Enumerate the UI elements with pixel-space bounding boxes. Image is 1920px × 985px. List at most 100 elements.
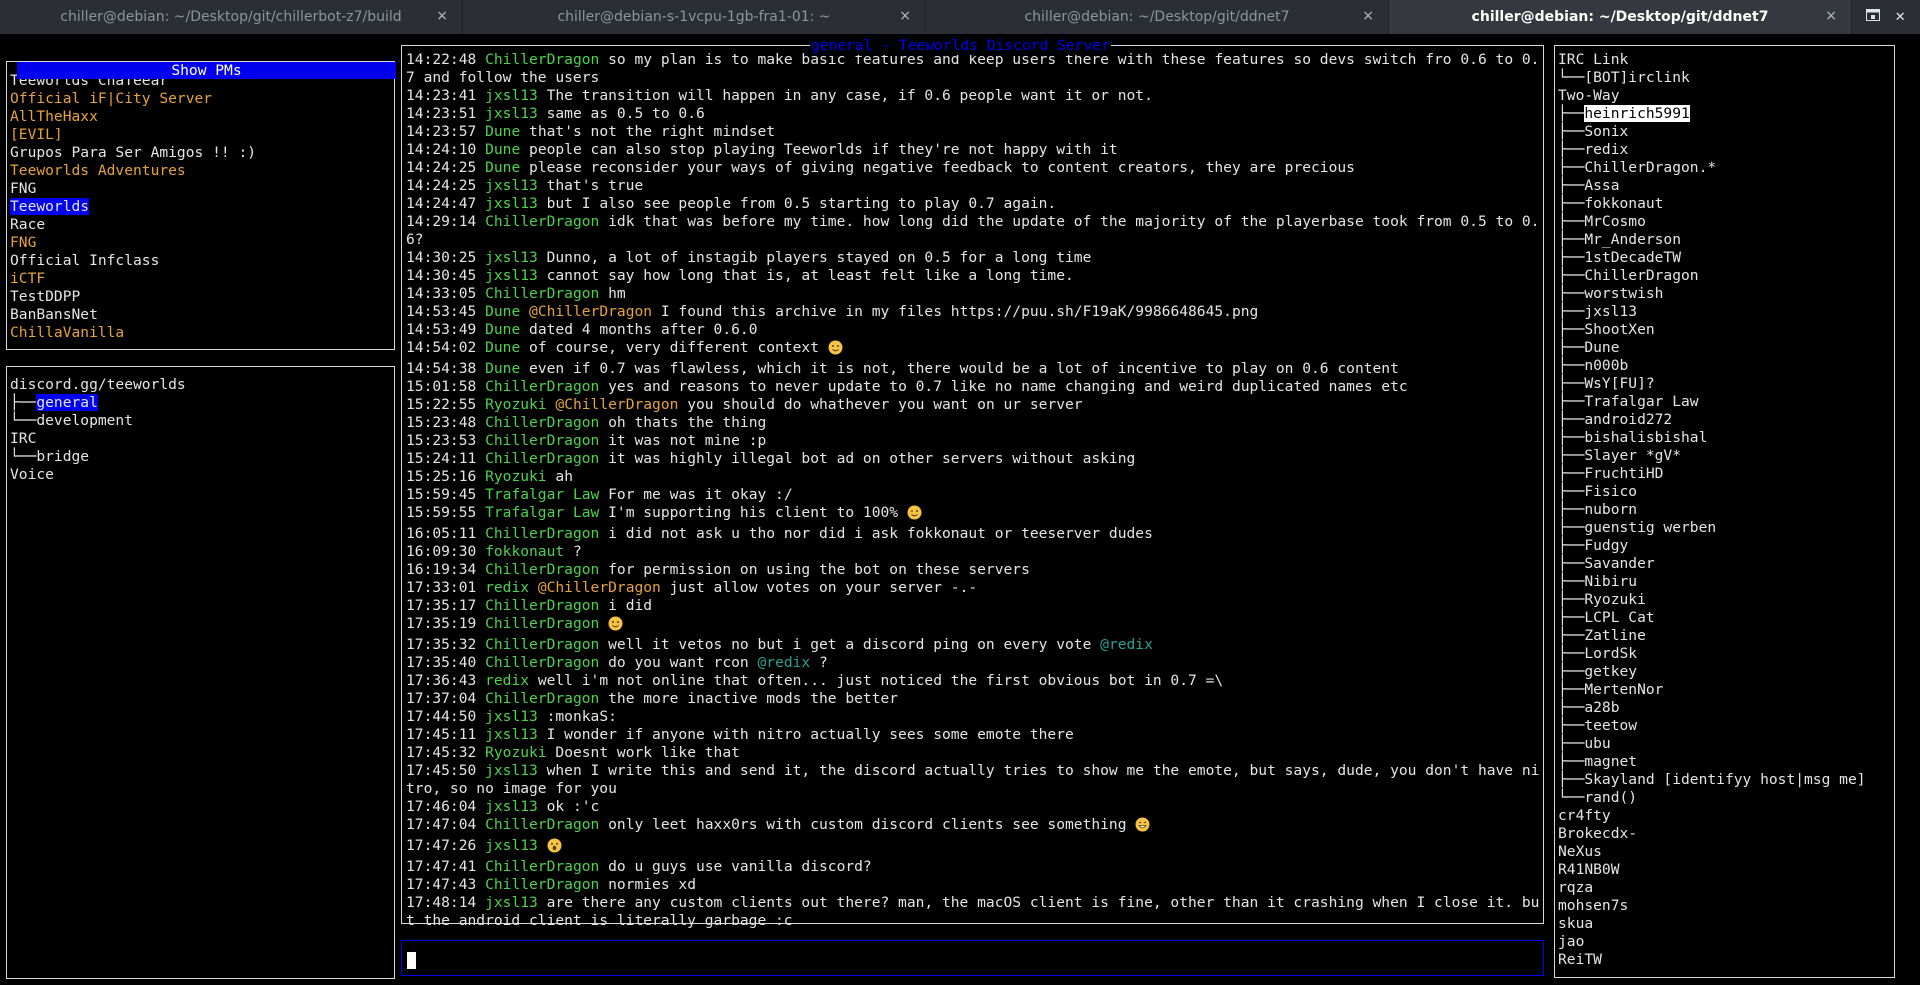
user-group-or-item[interactable]: skua bbox=[1558, 915, 1894, 933]
user-item[interactable]: ├──magnet bbox=[1558, 753, 1894, 771]
message-author[interactable]: jxsl13 bbox=[485, 105, 538, 122]
server-item[interactable]: FNG bbox=[10, 234, 394, 252]
user-item[interactable]: ├──Mr_Anderson bbox=[1558, 231, 1894, 249]
user-group-or-item[interactable]: ReiTW bbox=[1558, 951, 1894, 969]
user-group-or-item[interactable]: mohsen7s bbox=[1558, 897, 1894, 915]
message-author[interactable]: ChillerDragon bbox=[485, 525, 599, 542]
server-item[interactable]: Grupos Para Ser Amigos !! :) bbox=[10, 144, 394, 162]
user-item[interactable]: ├──n000b bbox=[1558, 357, 1894, 375]
message-author[interactable]: ChillerDragon bbox=[485, 654, 599, 671]
user-item[interactable]: ├──Nibiru bbox=[1558, 573, 1894, 591]
user-group-or-item[interactable]: Two-Way bbox=[1558, 87, 1894, 105]
user-item[interactable]: ├──bishalisbishal bbox=[1558, 429, 1894, 447]
channel-item[interactable]: ├──general bbox=[10, 394, 394, 412]
server-item[interactable]: ChillaVanilla bbox=[10, 324, 394, 342]
close-icon[interactable]: × bbox=[1825, 8, 1837, 24]
channel-item[interactable]: └──bridge bbox=[10, 448, 394, 466]
user-group-or-item[interactable]: rqza bbox=[1558, 879, 1894, 897]
user-item[interactable]: ├──FruchtiHD bbox=[1558, 465, 1894, 483]
server-item[interactable]: Teeworlds Adventures bbox=[10, 162, 394, 180]
server-item[interactable]: iCTF bbox=[10, 270, 394, 288]
user-group-or-item[interactable]: jao bbox=[1558, 933, 1894, 951]
channel-group[interactable]: IRC bbox=[10, 430, 394, 448]
message-author[interactable]: ChillerDragon bbox=[485, 636, 599, 653]
user-item[interactable]: ├──heinrich5991 bbox=[1558, 105, 1894, 123]
user-item[interactable]: ├──1stDecadeTW bbox=[1558, 249, 1894, 267]
user-item[interactable]: ├──ShootXen bbox=[1558, 321, 1894, 339]
message-author[interactable]: Ryozuki bbox=[485, 396, 547, 413]
channel-item[interactable]: └──development bbox=[10, 412, 394, 430]
message-author[interactable]: ChillerDragon bbox=[485, 615, 599, 632]
message-input[interactable] bbox=[401, 940, 1544, 976]
terminal-tab-1[interactable]: chiller@debian: ~/Desktop/git/chillerbot… bbox=[0, 0, 463, 34]
user-item[interactable]: ├──Zatline bbox=[1558, 627, 1894, 645]
message-author[interactable]: jxsl13 bbox=[485, 87, 538, 104]
message-author[interactable]: ChillerDragon bbox=[485, 378, 599, 395]
message-author[interactable]: Ryozuki bbox=[485, 744, 547, 761]
message-author[interactable]: ChillerDragon bbox=[485, 876, 599, 893]
user-item[interactable]: ├──WsY[FU]? bbox=[1558, 375, 1894, 393]
message-author[interactable]: ChillerDragon bbox=[485, 597, 599, 614]
server-item[interactable]: Official Infclass bbox=[10, 252, 394, 270]
user-item[interactable]: ├──Trafalgar Law bbox=[1558, 393, 1894, 411]
user-item[interactable]: ├──android272 bbox=[1558, 411, 1894, 429]
terminal-tab-2[interactable]: chiller@debian-s-1vcpu-1gb-fra1-01: ~ × bbox=[463, 0, 926, 34]
server-item[interactable]: [EVIL] bbox=[10, 126, 394, 144]
user-item[interactable]: ├──Dune bbox=[1558, 339, 1894, 357]
message-author[interactable]: jxsl13 bbox=[485, 249, 538, 266]
user-item[interactable]: ├──Ryozuki bbox=[1558, 591, 1894, 609]
close-icon[interactable]: × bbox=[899, 8, 911, 24]
server-item[interactable]: Race bbox=[10, 216, 394, 234]
user-item[interactable]: ├──worstwish bbox=[1558, 285, 1894, 303]
user-group-or-item[interactable]: NeXus bbox=[1558, 843, 1894, 861]
terminal-tab-4-active[interactable]: chiller@debian: ~/Desktop/git/ddnet7 × bbox=[1389, 0, 1852, 34]
message-author[interactable]: jxsl13 bbox=[485, 837, 538, 854]
user-group-or-item[interactable]: R41NB0W bbox=[1558, 861, 1894, 879]
user-item[interactable]: ├──a28b bbox=[1558, 699, 1894, 717]
user-group-or-item[interactable]: cr4fty bbox=[1558, 807, 1894, 825]
message-author[interactable]: Trafalgar Law bbox=[485, 504, 599, 521]
message-author[interactable]: ChillerDragon bbox=[485, 816, 599, 833]
user-item[interactable]: ├──Slayer *gV* bbox=[1558, 447, 1894, 465]
user-item[interactable]: ├──guenstig werben bbox=[1558, 519, 1894, 537]
user-mention[interactable]: @redix bbox=[758, 654, 811, 671]
message-author[interactable]: Ryozuki bbox=[485, 468, 547, 485]
message-author[interactable]: redix bbox=[485, 672, 529, 689]
message-author[interactable]: Dune bbox=[485, 159, 520, 176]
message-author[interactable]: ChillerDragon bbox=[485, 561, 599, 578]
message-author[interactable]: fokkonaut bbox=[485, 543, 564, 560]
user-item[interactable]: ├──ChillerDragon bbox=[1558, 267, 1894, 285]
window-close-icon[interactable]: ✕ bbox=[1895, 10, 1906, 25]
show-pms-button[interactable]: Show PMs bbox=[17, 62, 396, 79]
user-item[interactable]: └──rand() bbox=[1558, 789, 1894, 807]
channel-group[interactable]: Voice bbox=[10, 466, 394, 484]
new-tab-icon[interactable] bbox=[1866, 9, 1881, 25]
message-author[interactable]: ChillerDragon bbox=[485, 285, 599, 302]
user-mention[interactable]: @ChillerDragon bbox=[555, 396, 678, 413]
user-group-or-item[interactable]: Brokecdx- bbox=[1558, 825, 1894, 843]
message-author[interactable]: jxsl13 bbox=[485, 195, 538, 212]
user-item[interactable]: ├──LCPL Cat bbox=[1558, 609, 1894, 627]
user-item[interactable]: ├──Sonix bbox=[1558, 123, 1894, 141]
close-icon[interactable]: × bbox=[436, 8, 448, 24]
user-item[interactable]: ├──Skayland [identifyy host|msg me] bbox=[1558, 771, 1894, 789]
message-author[interactable]: Dune bbox=[485, 339, 520, 356]
message-author[interactable]: Dune bbox=[485, 321, 520, 338]
user-mention[interactable]: @redix bbox=[1100, 636, 1153, 653]
user-item[interactable]: ├──ChillerDragon.* bbox=[1558, 159, 1894, 177]
message-author[interactable]: jxsl13 bbox=[485, 894, 538, 911]
user-item[interactable]: ├──ubu bbox=[1558, 735, 1894, 753]
user-item[interactable]: ├──nuborn bbox=[1558, 501, 1894, 519]
message-author[interactable]: jxsl13 bbox=[485, 708, 538, 725]
user-item[interactable]: ├──Fudgy bbox=[1558, 537, 1894, 555]
message-author[interactable]: ChillerDragon bbox=[485, 858, 599, 875]
message-author[interactable]: Dune bbox=[485, 141, 520, 158]
user-mention[interactable]: @ChillerDragon bbox=[538, 579, 661, 596]
message-author[interactable]: Dune bbox=[485, 360, 520, 377]
server-item[interactable]: Teeworlds bbox=[10, 198, 394, 216]
user-mention[interactable]: @ChillerDragon bbox=[529, 303, 652, 320]
user-item[interactable]: ├──teetow bbox=[1558, 717, 1894, 735]
message-author[interactable]: redix bbox=[485, 579, 529, 596]
user-item[interactable]: └──[BOT]irclink bbox=[1558, 69, 1894, 87]
user-item[interactable]: ├──fokkonaut bbox=[1558, 195, 1894, 213]
